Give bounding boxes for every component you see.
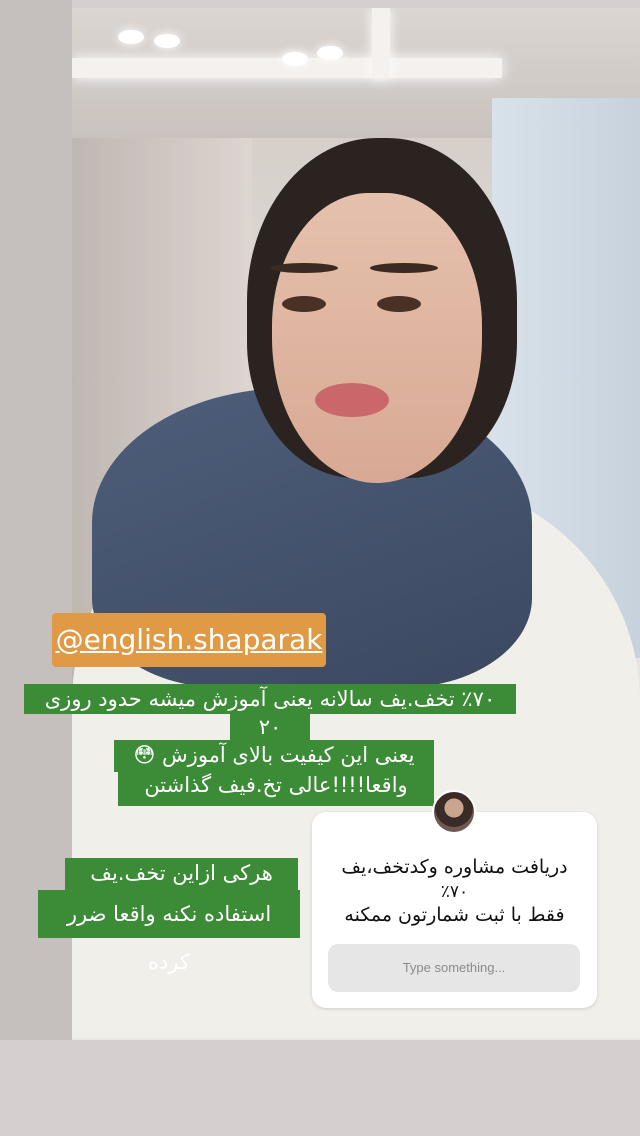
caption-quality-line2: واقعا!!!!عالی تخ.فیف گذاشتن: [118, 770, 434, 806]
bottom-background: [0, 1040, 640, 1136]
caption-warning-line2: استفاده نکنه واقعا ضرر کرده: [38, 890, 300, 974]
question-prompt-line1: دریافت مشاوره وکدتخف،یف: [341, 856, 568, 878]
caption-discount-line2: ۲۰ هزار تومن: [230, 712, 310, 799]
question-sticker-avatar: [432, 790, 476, 834]
person-eye: [377, 296, 421, 312]
ceiling-spotlight: [118, 30, 144, 44]
caption-discount-line1: ٪۷۰ تخف.یف سالانه یعنی آموزش میشه حدود ر…: [24, 684, 516, 714]
person-face: [272, 193, 482, 483]
person-eyebrow: [370, 263, 438, 273]
ceiling-light-strip-vertical: [372, 8, 390, 78]
caption-warning-line1: هرکی ازاین تخف.یف: [65, 858, 298, 892]
question-prompt-line3: فقط با ثبت شمارتون ممکنه: [344, 904, 565, 926]
caption-quality-line1: یعنی این کیفیت بالای آموزش 😳: [114, 740, 434, 772]
person-lips: [315, 383, 389, 417]
question-answer-input[interactable]: Type something...: [328, 944, 580, 992]
ceiling-spotlight: [154, 34, 180, 48]
person-eye: [282, 296, 326, 312]
ceiling-spotlight: [317, 46, 343, 60]
person-eyebrow: [270, 263, 338, 273]
left-background-strip: [0, 0, 72, 1040]
mention-sticker[interactable]: @english.shaparak: [52, 613, 326, 667]
ceiling-spotlight: [282, 52, 308, 66]
